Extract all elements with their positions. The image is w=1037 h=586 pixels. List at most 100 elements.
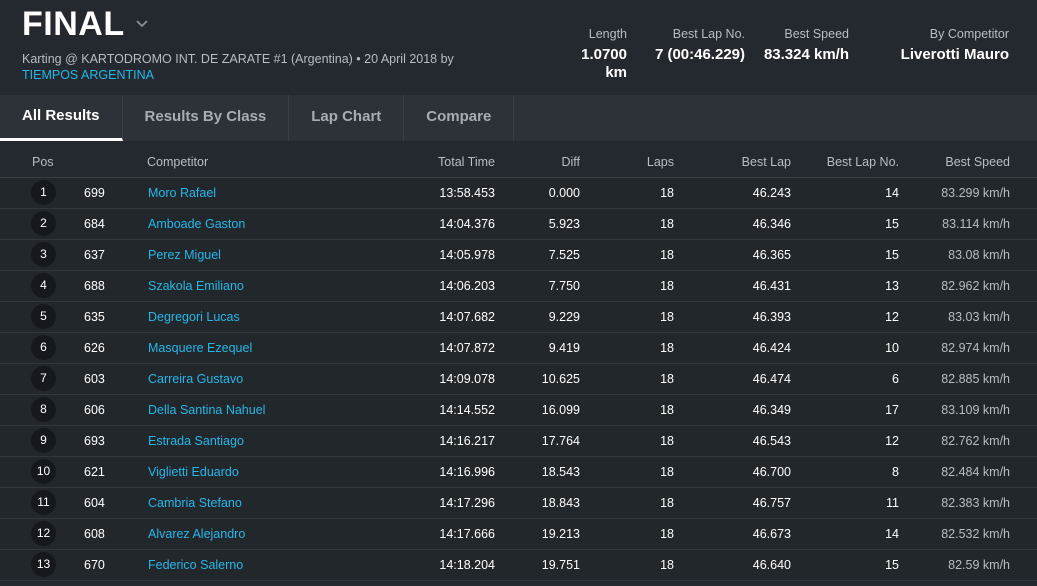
total-time: 14:07.872 <box>439 341 495 355</box>
stat-length: Length 1.0700 km <box>557 26 627 82</box>
stat-value: Liverotti Mauro <box>900 46 1009 63</box>
best-lap-no: 17 <box>885 403 899 417</box>
kart-number: 621 <box>84 465 105 479</box>
table-row[interactable]: 2 684 Amboade Gaston 14:04.376 5.923 18 … <box>0 209 1037 240</box>
timing-provider-link[interactable]: TIEMPOS ARGENTINA <box>22 67 454 83</box>
best-lap-no: 8 <box>892 465 899 479</box>
column-header-diff[interactable]: Diff <box>561 155 580 169</box>
position-badge: 7 <box>31 366 56 391</box>
table-row[interactable]: 8 606 Della Santina Nahuel 14:14.552 16.… <box>0 395 1037 426</box>
session-stats: Length 1.0700 km Best Lap No. 7 (00:46.2… <box>557 26 1009 82</box>
position-badge: 11 <box>31 490 56 515</box>
column-header-pos[interactable]: Pos <box>32 155 54 169</box>
diff: 19.751 <box>541 558 580 572</box>
stat-value: 7 (00:46.229) <box>654 46 745 63</box>
best-lap: 46.424 <box>752 341 791 355</box>
best-speed: 82.59 km/h <box>948 558 1010 572</box>
competitor-link[interactable]: Masquere Ezequel <box>148 341 252 356</box>
results-table-body: 1 699 Moro Rafael 13:58.453 0.000 18 46.… <box>0 178 1037 581</box>
competitor-link[interactable]: Moro Rafael <box>148 186 216 201</box>
title-row[interactable]: FINAL <box>22 2 149 46</box>
best-lap-no: 12 <box>885 434 899 448</box>
column-header-total-time[interactable]: Total Time <box>438 155 495 169</box>
laps: 18 <box>660 186 674 200</box>
best-speed: 83.109 km/h <box>941 403 1010 417</box>
stat-label: Best Speed <box>784 27 849 41</box>
best-lap: 46.640 <box>752 558 791 572</box>
total-time: 14:14.552 <box>439 403 495 417</box>
table-row[interactable]: 10 621 Viglietti Eduardo 14:16.996 18.54… <box>0 457 1037 488</box>
best-speed: 82.484 km/h <box>941 465 1010 479</box>
kart-number: 606 <box>84 403 105 417</box>
laps: 18 <box>660 434 674 448</box>
column-header-competitor[interactable]: Competitor <box>147 155 208 169</box>
total-time: 14:09.078 <box>439 372 495 386</box>
laps: 18 <box>660 403 674 417</box>
table-row[interactable]: 3 637 Perez Miguel 14:05.978 7.525 18 46… <box>0 240 1037 271</box>
competitor-link[interactable]: Carreira Gustavo <box>148 372 243 387</box>
column-header-laps[interactable]: Laps <box>647 155 674 169</box>
column-header-best-lap[interactable]: Best Lap <box>742 155 791 169</box>
stat-value: 83.324 km/h <box>763 46 849 63</box>
best-lap-no: 6 <box>892 372 899 386</box>
competitor-link[interactable]: Estrada Santiago <box>148 434 244 449</box>
best-speed: 83.114 km/h <box>942 217 1010 231</box>
best-lap-no: 11 <box>886 496 899 510</box>
best-lap: 46.543 <box>752 434 791 448</box>
best-speed: 82.383 km/h <box>941 496 1010 510</box>
table-row[interactable]: 12 608 Alvarez Alejandro 14:17.666 19.21… <box>0 519 1037 550</box>
diff: 7.525 <box>548 248 580 262</box>
diff: 10.625 <box>541 372 580 386</box>
tab-lap-chart[interactable]: Lap Chart <box>289 95 405 141</box>
tab-results-by-class[interactable]: Results By Class <box>123 95 290 141</box>
laps: 18 <box>660 279 674 293</box>
table-row[interactable]: 4 688 Szakola Emiliano 14:06.203 7.750 1… <box>0 271 1037 302</box>
competitor-link[interactable]: Federico Salerno <box>148 558 243 573</box>
best-lap-no: 12 <box>885 310 899 324</box>
competitor-link[interactable]: Alvarez Alejandro <box>148 527 245 542</box>
best-lap-no: 13 <box>885 279 899 293</box>
table-row[interactable]: 11 604 Cambria Stefano 14:17.296 18.843 … <box>0 488 1037 519</box>
competitor-link[interactable]: Degregori Lucas <box>148 310 240 325</box>
results-tabs: All Results Results By Class Lap Chart C… <box>0 95 1037 141</box>
position-badge: 4 <box>31 273 56 298</box>
best-speed: 82.762 km/h <box>941 434 1010 448</box>
column-header-best-speed[interactable]: Best Speed <box>945 155 1010 169</box>
table-row[interactable]: 9 693 Estrada Santiago 14:16.217 17.764 … <box>0 426 1037 457</box>
best-lap-no: 14 <box>885 186 899 200</box>
competitor-link[interactable]: Della Santina Nahuel <box>148 403 265 418</box>
position-badge: 5 <box>31 304 56 329</box>
table-row[interactable]: 6 626 Masquere Ezequel 14:07.872 9.419 1… <box>0 333 1037 364</box>
best-lap: 46.365 <box>752 248 791 262</box>
competitor-link[interactable]: Viglietti Eduardo <box>148 465 239 480</box>
best-speed: 82.885 km/h <box>941 372 1010 386</box>
competitor-link[interactable]: Szakola Emiliano <box>148 279 244 294</box>
diff: 18.543 <box>541 465 580 479</box>
competitor-link[interactable]: Cambria Stefano <box>148 496 242 511</box>
diff: 5.923 <box>548 217 580 231</box>
table-row[interactable]: 13 670 Federico Salerno 14:18.204 19.751… <box>0 550 1037 581</box>
kart-number: 670 <box>84 558 105 572</box>
total-time: 14:16.996 <box>439 465 495 479</box>
table-row[interactable]: 1 699 Moro Rafael 13:58.453 0.000 18 46.… <box>0 178 1037 209</box>
best-speed: 82.962 km/h <box>941 279 1010 293</box>
table-row[interactable]: 7 603 Carreira Gustavo 14:09.078 10.625 … <box>0 364 1037 395</box>
chevron-down-icon[interactable] <box>135 17 149 31</box>
best-lap: 46.346 <box>752 217 791 231</box>
best-speed: 83.299 km/h <box>941 186 1010 200</box>
diff: 7.750 <box>548 279 580 293</box>
diff: 9.229 <box>548 310 580 324</box>
best-speed: 83.03 km/h <box>948 310 1010 324</box>
event-info: Karting @ KARTODROMO INT. DE ZARATE #1 (… <box>22 52 454 66</box>
stat-label: Best Lap No. <box>672 27 745 41</box>
table-row[interactable]: 5 635 Degregori Lucas 14:07.682 9.229 18… <box>0 302 1037 333</box>
competitor-link[interactable]: Perez Miguel <box>148 248 221 263</box>
best-lap-no: 10 <box>885 341 899 355</box>
column-header-best-lap-no[interactable]: Best Lap No. <box>827 155 899 169</box>
diff: 0.000 <box>548 186 580 200</box>
total-time: 14:07.682 <box>439 310 495 324</box>
tab-all-results[interactable]: All Results <box>0 95 123 141</box>
competitor-link[interactable]: Amboade Gaston <box>148 217 245 232</box>
tab-compare[interactable]: Compare <box>404 95 515 141</box>
position-badge: 1 <box>31 180 56 205</box>
